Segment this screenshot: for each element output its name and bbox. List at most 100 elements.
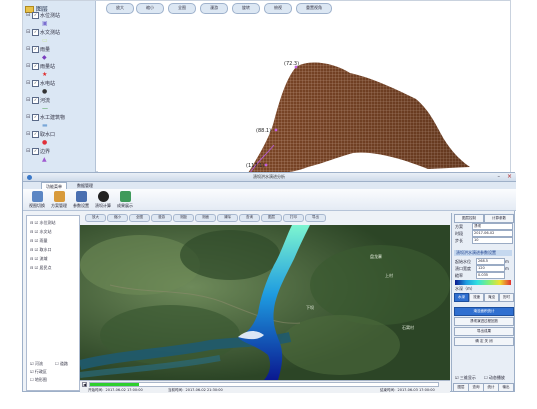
layer-item[interactable]: ⊟ ☑ 居民点 (30, 265, 51, 271)
layer-checkbox[interactable]: ✓ (32, 131, 39, 138)
layer-label: 雨量 (40, 47, 51, 53)
view-switch-button[interactable]: 视图切换 (27, 190, 47, 210)
expand-icon[interactable]: ⊟ (26, 148, 30, 154)
terrain-3d-view[interactable]: (72.3) (88.1) (117.1) (98, 17, 510, 174)
map-tool-button[interactable]: 图层 (261, 214, 282, 222)
depth-color-legend (455, 280, 511, 285)
zoom-in-button[interactable]: 放大 (106, 3, 134, 14)
export-result-button[interactable]: 导出成果 (454, 327, 514, 336)
result-display-button[interactable]: 成果展示 (115, 190, 135, 210)
roughness-input[interactable]: 0.035 (476, 272, 505, 279)
layer-panel: ⊟ ☑ 水位测站 ⊟ ☑ 水文站 ⊟ ☑ 雨量 ⊟ ☑ 取水口 ⊟ ☑ 流域 ⊟… (26, 215, 80, 391)
minimize-icon[interactable]: – (498, 174, 501, 180)
inundation-stats-button[interactable]: 淹没面积统计 (454, 307, 514, 316)
expand-icon[interactable]: ⊟ (26, 46, 30, 52)
basemap-checkbox[interactable]: ☐ 地形图 (30, 377, 47, 383)
scheme-field[interactable]: 溃坝 (472, 223, 513, 230)
footer-option[interactable]: ☑ 三维显示 (455, 375, 476, 381)
layer-checkbox[interactable]: ✓ (32, 46, 39, 53)
basemap-checkbox[interactable]: ☐ 道路 (55, 361, 68, 367)
layer-checkbox[interactable]: ✓ (32, 97, 39, 104)
top-view-button[interactable]: 俯视 (264, 3, 292, 14)
footer-option[interactable]: ☐ 动态播放 (484, 375, 505, 381)
layer-item[interactable]: ⊟ ☑ 雨量 (30, 238, 47, 244)
footer-tab-output[interactable]: 输出 (498, 383, 514, 392)
mode-duration-button[interactable]: 历时 (499, 293, 514, 302)
footer-tab-layer[interactable]: 图层 (453, 383, 469, 392)
layer-tree-item[interactable]: ⊟ ✓ 取水口 ● (26, 131, 94, 149)
layer-checkbox[interactable]: ✓ (32, 80, 39, 87)
map-tool-button[interactable]: 放大 (85, 214, 106, 222)
full-extent-button[interactable]: 全图 (168, 3, 196, 14)
zoom-out-button[interactable]: 缩小 (136, 3, 164, 14)
confirm-close-button[interactable]: 确 定 关 闭 (454, 337, 514, 346)
dam-break-calc-button[interactable]: 溃坝计算 (93, 190, 113, 210)
layer-tree-item[interactable]: ⊟ ✓ 水位测站 ▣ (26, 12, 94, 30)
mode-inundation-button[interactable]: 淹没 (484, 293, 499, 302)
layer-tree-item[interactable]: ⊟ ✓ 雨量站 ★ (26, 63, 94, 81)
expand-icon[interactable]: ⊟ (26, 114, 30, 120)
legend-caption: 水深（m） (455, 286, 475, 291)
param-unit: m (505, 266, 509, 271)
time-progress-track[interactable] (89, 382, 439, 387)
close-icon[interactable]: × (507, 173, 512, 180)
tab-layer-control[interactable]: 图层控制 (454, 214, 484, 223)
map-tool-button[interactable]: 全图 (129, 214, 150, 222)
mode-velocity-button[interactable]: 流速 (469, 293, 484, 302)
layer-item[interactable]: ⊟ ☑ 水位测站 (30, 220, 55, 226)
layer-checkbox[interactable]: ✓ (32, 148, 39, 155)
map-tool-button[interactable]: 查询 (239, 214, 260, 222)
footer-tab-query[interactable]: 查询 (468, 383, 484, 392)
layer-tree-item[interactable]: ⊟ ✓ 水工建筑物 ▬ (26, 114, 94, 132)
map-tool-button[interactable]: 缩小 (107, 214, 128, 222)
breach-width-input[interactable]: 120 (476, 265, 505, 272)
result-display-label: 成果展示 (117, 203, 133, 208)
replay-button[interactable]: 溃坝演进过程回放 (454, 317, 514, 326)
map-tool-button[interactable]: 导出 (305, 214, 326, 222)
map-tool-button[interactable]: 打印 (283, 214, 304, 222)
layer-checkbox[interactable]: ✓ (32, 63, 39, 70)
tab-calc-params[interactable]: 计算参数 (484, 214, 514, 223)
tab-data-management[interactable]: 数据管理 (73, 182, 97, 189)
layer-tree-panel: 图层 ⊟ ✓ 水位测站 ▣ ⊟ ✓ 水文测站 ▭ ⊟ ✓ 雨量 ◆ ⊟ ✓ 雨量站 ★ ⊟ ✓ 水电站 ● ⊟ ✓ 河流 — ⊟… (23, 1, 96, 173)
step-field[interactable]: 10 (472, 237, 513, 244)
expand-icon[interactable]: ⊟ (26, 80, 30, 86)
map-tool-button[interactable]: 清除 (217, 214, 238, 222)
basemap-checkbox[interactable]: ☑ 河流 (30, 361, 43, 367)
pan-button[interactable]: 漫游 (200, 3, 228, 14)
current-time-text: 当前时间：2017-06-02 21:30:00 (168, 388, 223, 392)
expand-icon[interactable]: ⊟ (26, 29, 30, 35)
mode-depth-button[interactable]: 水深 (454, 293, 469, 302)
expand-icon[interactable]: ⊟ (26, 12, 30, 18)
satellite-map[interactable]: 盘龙寨 上村 石窝村 下坝 (80, 225, 450, 380)
layer-item[interactable]: ⊟ ☑ 水文站 (30, 229, 51, 235)
map-tool-button[interactable]: 测面 (195, 214, 216, 222)
layer-item[interactable]: ⊟ ☑ 流域 (30, 256, 47, 262)
layer-tree-item[interactable]: ⊟ ✓ 水文测站 ▭ (26, 29, 94, 47)
play-button[interactable]: ◀ (82, 382, 87, 387)
period-field[interactable]: 2017-06-02 (472, 230, 513, 237)
start-level-input[interactable]: 268.5 (476, 258, 505, 265)
reset-view-button[interactable]: 重置视角 (296, 3, 332, 14)
window-title-bar[interactable]: 溃坝洪水演进分析 – × (23, 173, 516, 182)
layer-symbol-icon: ▲ (42, 156, 47, 163)
map-tool-button[interactable]: 测距 (173, 214, 194, 222)
map-tool-button[interactable]: 漫游 (151, 214, 172, 222)
rotate-button[interactable]: 旋转 (232, 3, 260, 14)
basemap-checkbox[interactable]: ☑ 行政区 (30, 369, 47, 375)
layer-tree-item[interactable]: ⊟ ✓ 河流 — (26, 97, 94, 115)
layer-tree-item[interactable]: ⊟ ✓ 边界 ▲ (26, 148, 94, 166)
expand-icon[interactable]: ⊟ (26, 97, 30, 103)
expand-icon[interactable]: ⊟ (26, 131, 30, 137)
expand-icon[interactable]: ⊟ (26, 63, 30, 69)
layer-checkbox[interactable]: ✓ (32, 12, 39, 19)
footer-tab-stats[interactable]: 统计 (483, 383, 499, 392)
layer-checkbox[interactable]: ✓ (32, 114, 39, 121)
layer-label: 取水口 (40, 132, 56, 138)
layer-tree-item[interactable]: ⊟ ✓ 雨量 ◆ (26, 46, 94, 64)
scheme-manage-button[interactable]: 方案管理 (49, 190, 69, 210)
layer-tree-item[interactable]: ⊟ ✓ 水电站 ● (26, 80, 94, 98)
layer-checkbox[interactable]: ✓ (32, 29, 39, 36)
param-setting-button[interactable]: 参数设置 (71, 190, 91, 210)
layer-item[interactable]: ⊟ ☑ 取水口 (30, 247, 51, 253)
